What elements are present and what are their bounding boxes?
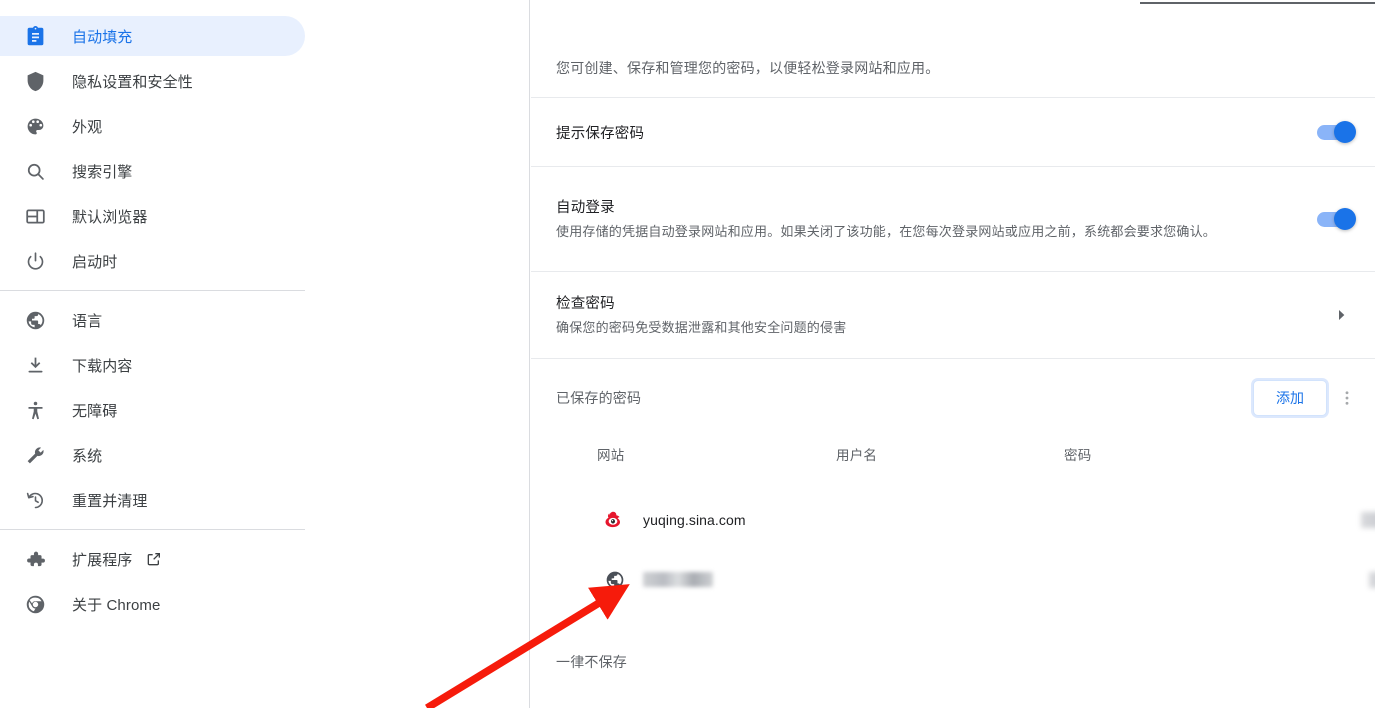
table-row[interactable] — [531, 550, 1375, 610]
sidebar-item-label: 系统 — [72, 447, 103, 465]
offer-to-save-toggle[interactable] — [1317, 121, 1356, 143]
sidebar-item-appearance[interactable]: 外观 — [0, 106, 305, 146]
settings-sidebar: 自动填充 隐私设置和安全性 外观 搜索引擎 默认浏览器 启动时 语言 下载内容 … — [0, 0, 530, 708]
saved-passwords-overflow-menu-button[interactable] — [1327, 389, 1367, 407]
divider — [531, 358, 1375, 359]
globe-icon — [24, 309, 46, 331]
cutoff-top-element — [1140, 2, 1375, 4]
sidebar-item-label: 自动填充 — [72, 28, 133, 46]
setting-description: 确保您的密码免受数据泄露和其他安全问题的侵害 — [556, 320, 847, 335]
clipboard-icon — [24, 25, 46, 47]
setting-row-auto-signin[interactable]: 自动登录 使用存储的凭据自动登录网站和应用。如果关闭了该功能，在您每次登录网站或… — [531, 167, 1375, 271]
sidebar-item-label: 重置并清理 — [72, 492, 148, 510]
never-saved-label: 一律不保存 — [556, 654, 627, 670]
sidebar-item-autofill[interactable]: 自动填充 — [0, 16, 305, 56]
sidebar-item-reset-cleanup[interactable]: 重置并清理 — [0, 480, 305, 520]
row-text: 自动登录 使用存储的凭据自动登录网站和应用。如果关闭了该功能，在您每次登录网站或… — [531, 196, 1317, 242]
setting-row-check-passwords[interactable]: 检查密码 确保您的密码免受数据泄露和其他安全问题的侵害 — [531, 272, 1375, 358]
auto-signin-toggle[interactable] — [1317, 208, 1356, 230]
chrome-icon — [24, 593, 46, 615]
sidebar-item-privacy-security[interactable]: 隐私设置和安全性 — [0, 61, 305, 101]
passwords-settings-content: 您可创建、保存和管理您的密码，以便轻松登录网站和应用。 提示保存密码 自动登录 … — [531, 0, 1375, 708]
setting-title: 自动登录 — [556, 200, 615, 216]
toggle-knob — [1334, 121, 1356, 143]
sidebar-item-search-engine[interactable]: 搜索引擎 — [0, 151, 305, 191]
sidebar-item-accessibility[interactable]: 无障碍 — [0, 390, 305, 430]
sidebar-item-extensions[interactable]: 扩展程序 — [0, 539, 305, 579]
browser-window-icon — [24, 205, 46, 227]
sidebar-item-label: 无障碍 — [72, 402, 118, 420]
globe-icon — [605, 570, 625, 590]
sidebar-item-languages[interactable]: 语言 — [0, 300, 305, 340]
chrome-settings-page: 自动填充 隐私设置和安全性 外观 搜索引擎 默认浏览器 启动时 语言 下载内容 … — [0, 0, 1375, 708]
restore-history-icon — [24, 489, 46, 511]
sidebar-item-label: 扩展程序 — [72, 551, 133, 569]
sidebar-item-label: 外观 — [72, 118, 103, 136]
download-icon — [24, 354, 46, 376]
row-text: 提示保存密码 — [531, 122, 1317, 143]
setting-row-offer-to-save[interactable]: 提示保存密码 — [531, 98, 1375, 166]
toggle-knob — [1334, 208, 1356, 230]
sidebar-item-label: 搜索引擎 — [72, 163, 133, 181]
sidebar-item-label: 关于 Chrome — [72, 596, 161, 614]
sidebar-item-label: 隐私设置和安全性 — [72, 73, 193, 91]
wrench-icon — [24, 444, 46, 466]
shield-icon — [24, 70, 46, 92]
passwords-intro-text: 您可创建、保存和管理您的密码，以便轻松登录网站和应用。 — [556, 60, 940, 76]
site-name: yuqing.sina.com — [643, 512, 746, 528]
row-text: 检查密码 确保您的密码免受数据泄露和其他安全问题的侵害 — [531, 292, 1333, 338]
table-row[interactable]: yuqing.sina.com — [531, 490, 1375, 550]
username-redacted-value — [1369, 572, 1375, 588]
password-table-column-headers: 网站 用户名 密码 — [531, 444, 1375, 476]
palette-icon — [24, 115, 46, 137]
sidebar-item-label: 启动时 — [72, 253, 118, 271]
site-redacted-value — [643, 572, 713, 587]
sidebar-item-label: 默认浏览器 — [72, 208, 148, 226]
saved-passwords-header: 已保存的密码 添加 — [531, 372, 1375, 424]
column-header-site: 网站 — [597, 448, 625, 463]
add-password-button[interactable]: 添加 — [1253, 380, 1327, 416]
puzzle-icon — [24, 548, 46, 570]
sidebar-item-label: 下载内容 — [72, 357, 133, 375]
saved-passwords-title: 已保存的密码 — [556, 390, 642, 406]
chevron-right-icon[interactable] — [1333, 307, 1349, 323]
username-redacted-value — [1361, 512, 1375, 528]
sidebar-divider — [0, 290, 305, 291]
setting-title: 提示保存密码 — [556, 125, 645, 142]
sidebar-item-about-chrome[interactable]: 关于 Chrome — [0, 584, 305, 624]
sina-weibo-icon — [605, 510, 625, 530]
search-icon — [24, 160, 46, 182]
column-header-password: 密码 — [1064, 448, 1092, 463]
open-in-new-icon[interactable] — [146, 551, 162, 567]
sidebar-divider — [0, 529, 305, 530]
power-icon — [24, 250, 46, 272]
sidebar-item-on-startup[interactable]: 启动时 — [0, 241, 305, 281]
setting-description: 使用存储的凭据自动登录网站和应用。如果关闭了该功能，在您每次登录网站或应用之前，… — [556, 224, 1217, 239]
setting-title: 检查密码 — [556, 296, 615, 312]
sidebar-item-default-browser[interactable]: 默认浏览器 — [0, 196, 305, 236]
sidebar-item-system[interactable]: 系统 — [0, 435, 305, 475]
sidebar-item-downloads[interactable]: 下载内容 — [0, 345, 305, 385]
column-header-username: 用户名 — [836, 448, 878, 463]
sidebar-item-label: 语言 — [72, 312, 103, 330]
accessibility-icon — [24, 399, 46, 421]
